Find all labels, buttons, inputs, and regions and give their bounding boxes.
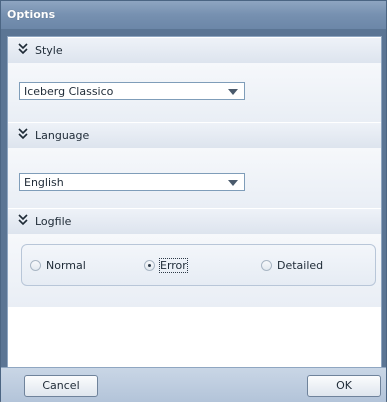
double-chevron-down-icon bbox=[18, 43, 28, 55]
radio-label: Normal bbox=[46, 259, 86, 272]
options-panel: Style Iceberg Classico Language English bbox=[7, 36, 382, 368]
cancel-button[interactable]: Cancel bbox=[24, 375, 98, 397]
section-body-logfile: Normal Error Detailed bbox=[8, 234, 381, 307]
options-dialog: Options Style Iceberg Classico Language … bbox=[0, 0, 387, 402]
section-body-style: Iceberg Classico bbox=[8, 63, 381, 122]
empty-area bbox=[8, 307, 381, 367]
language-dropdown[interactable]: English bbox=[19, 173, 245, 191]
double-chevron-down-icon bbox=[18, 128, 28, 140]
triangle-down-icon bbox=[228, 89, 238, 95]
button-bar: Cancel OK bbox=[1, 367, 386, 402]
radio-label: Error bbox=[159, 258, 188, 273]
section-label-logfile: Logfile bbox=[35, 215, 72, 228]
radio-label: Detailed bbox=[277, 259, 324, 272]
radio-button-selected[interactable] bbox=[144, 260, 155, 271]
title-bar[interactable]: Options bbox=[1, 1, 386, 30]
window-title: Options bbox=[7, 8, 56, 21]
triangle-down-icon bbox=[228, 180, 238, 186]
style-dropdown[interactable]: Iceberg Classico bbox=[19, 82, 245, 100]
style-dropdown-value: Iceberg Classico bbox=[24, 85, 114, 98]
language-dropdown-value: English bbox=[24, 176, 64, 189]
section-header-language[interactable]: Language bbox=[8, 122, 381, 149]
section-body-language: English bbox=[8, 148, 381, 208]
ok-button[interactable]: OK bbox=[307, 375, 381, 397]
logfile-radio-group: Normal Error Detailed bbox=[21, 244, 376, 286]
section-label-style: Style bbox=[35, 44, 63, 57]
section-header-style[interactable]: Style bbox=[8, 37, 381, 64]
radio-button[interactable] bbox=[261, 260, 272, 271]
radio-button[interactable] bbox=[30, 260, 41, 271]
double-chevron-down-icon bbox=[18, 214, 28, 226]
section-label-language: Language bbox=[35, 129, 90, 142]
section-header-logfile[interactable]: Logfile bbox=[8, 208, 381, 235]
